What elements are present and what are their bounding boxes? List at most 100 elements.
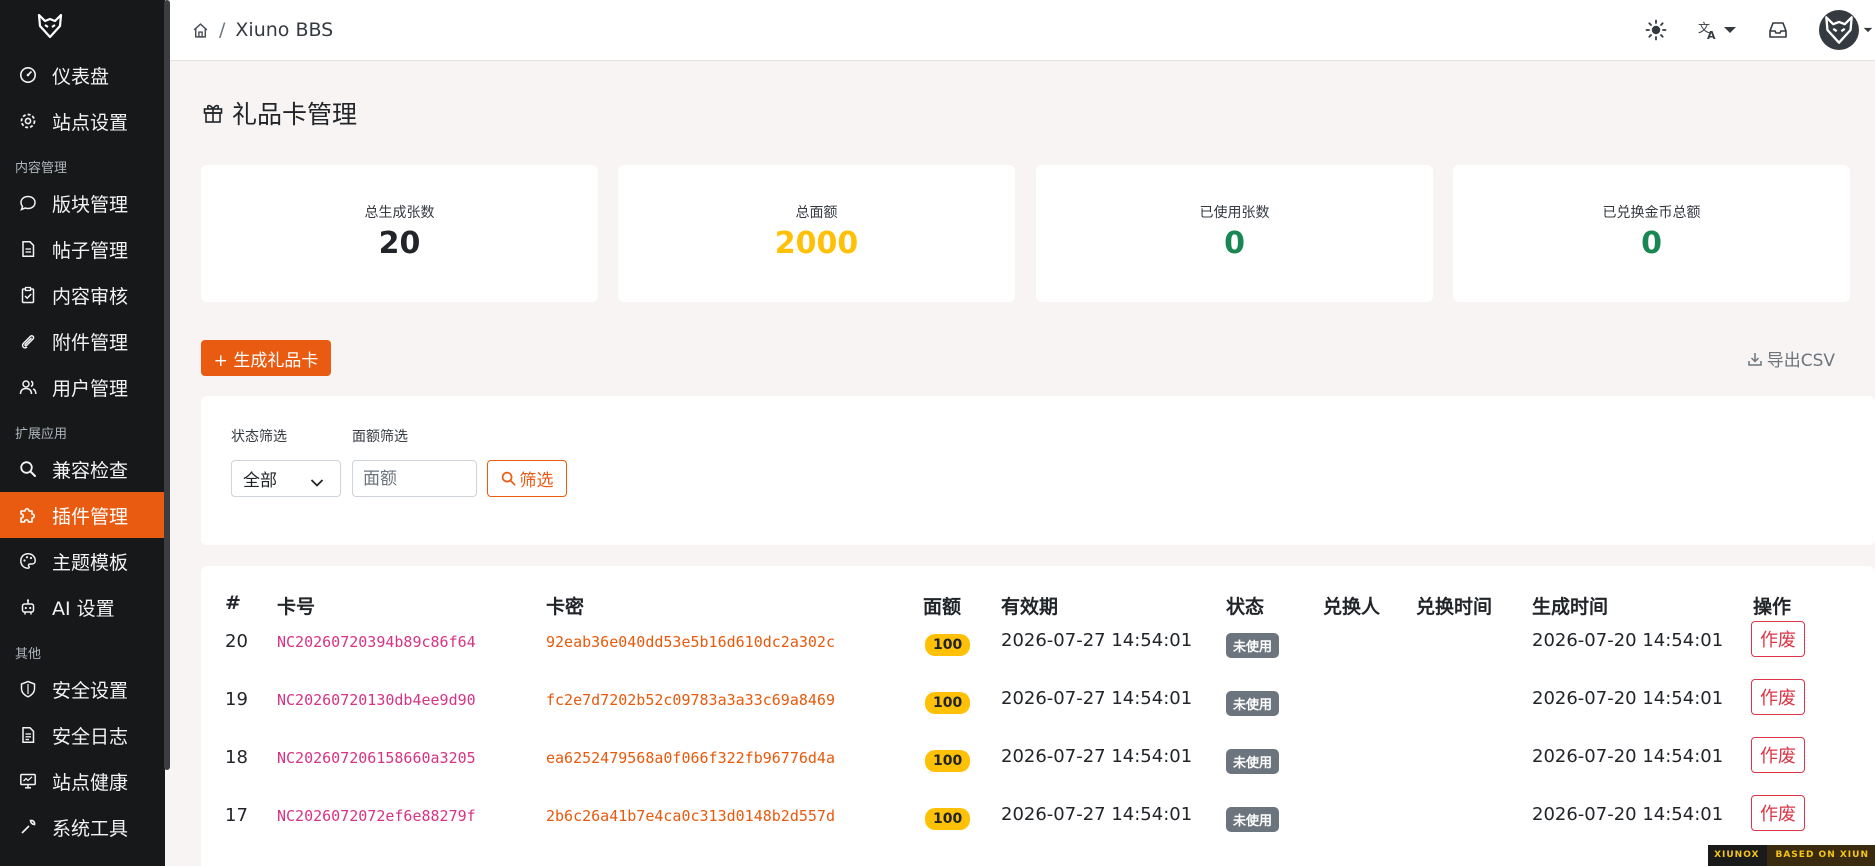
row-index: 19 — [225, 689, 248, 710]
amount-badge: 100 — [925, 808, 971, 830]
sidebar-item-label: 安全日志 — [52, 725, 129, 748]
sidebar-item-clipboard-check[interactable]: 内容审核 — [0, 272, 165, 318]
table-row: 19 NC20260720130db4ee9d90 fc2e7d7202b52c09… — [201, 679, 1875, 737]
palette-icon — [18, 551, 38, 571]
table-header-col-created-at: 生成时间 — [1532, 596, 1609, 618]
sidebar-item-gear[interactable]: 站点设置 — [0, 98, 165, 144]
download-icon — [1747, 351, 1763, 367]
translate-icon: 文A — [1697, 19, 1719, 41]
sidebar-item-shield[interactable]: 安全设置 — [0, 666, 165, 712]
sidebar-item-tools[interactable]: 系统工具 — [0, 804, 165, 850]
void-button-cell: 作废 — [1751, 621, 1805, 657]
void-button-cell: 作废 — [1751, 679, 1805, 715]
sidebar-item-chat-bubble[interactable]: 版块管理 — [0, 180, 165, 226]
sidebar-item-log[interactable]: 安全日志 — [0, 712, 165, 758]
sidebar-item-label: 兼容检查 — [52, 459, 129, 482]
home-icon[interactable] — [192, 22, 209, 39]
sidebar-item-label: 附件管理 — [52, 331, 129, 354]
chevron-down-icon — [1723, 25, 1737, 35]
stat-card: 已使用张数 0 — [1036, 165, 1433, 302]
inbox-button[interactable] — [1767, 10, 1789, 50]
dashboard-icon — [18, 65, 38, 85]
gear-icon — [18, 111, 38, 131]
table-header-col-amount: 面额 — [923, 596, 962, 618]
row-index-cell: 19 — [225, 689, 248, 710]
amount-badge: 100 — [925, 634, 971, 656]
card-number: NC20260720130db4ee9d90 — [277, 691, 476, 709]
created-at: 2026-07-20 14:54:01 — [1532, 688, 1724, 709]
card-password: ea6252479568a0f066f322fb96776d4a — [546, 749, 835, 767]
table-header-col-redeemer: 兑换人 — [1323, 596, 1381, 618]
row-index-cell: 17 — [225, 805, 248, 826]
table-header-col-card-pw: 卡密 — [546, 596, 585, 618]
card-password-cell: 2b6c26a41b7e4ca0c313d0148b2d557d — [546, 805, 835, 826]
sun-icon — [1645, 19, 1667, 41]
void-button[interactable]: 作废 — [1751, 621, 1805, 657]
robot-icon — [18, 597, 38, 617]
amount-filter-input[interactable] — [352, 460, 477, 497]
sidebar-item-monitor[interactable]: 站点健康 — [0, 758, 165, 804]
sidebar-item-label: 帖子管理 — [52, 239, 129, 262]
sidebar-item-document[interactable]: 帖子管理 — [0, 226, 165, 272]
export-csv-button[interactable]: 导出CSV — [1747, 346, 1835, 371]
table-row: 18 NC202607206158660a3205 ea6252479568a0f0… — [201, 737, 1875, 795]
sidebar-item-dashboard[interactable]: 仪表盘 — [0, 52, 165, 98]
created-at-cell: 2026-07-20 14:54:01 — [1532, 804, 1723, 825]
sidebar-item-robot[interactable]: AI 设置 — [0, 584, 165, 630]
clipboard-check-icon — [18, 285, 38, 305]
sidebar-item-puzzle[interactable]: 插件管理 — [0, 492, 165, 538]
sidebar-item-label: 版块管理 — [52, 193, 129, 216]
table-header-col-index: # — [225, 592, 241, 614]
table-row: 20 NC20260720394b89c86f64 92eab36e040dd53e… — [201, 621, 1875, 679]
status-badge-cell: 未使用 — [1226, 691, 1280, 716]
status-filter-select[interactable]: 全部 — [231, 460, 341, 497]
filter-submit-button[interactable]: 筛选 — [487, 460, 567, 497]
amount-filter-label: 面额筛选 — [352, 429, 408, 445]
footer-badge[interactable]: XIUNOX BASED ON XIUN — [1708, 845, 1875, 866]
sidebar-item-search[interactable]: 兼容检查 — [0, 446, 165, 492]
topbar: / Xiuno BBS 文A — [170, 0, 1875, 61]
void-button[interactable]: 作废 — [1751, 795, 1805, 831]
row-index-cell: 18 — [225, 747, 248, 768]
theme-toggle-button[interactable] — [1645, 10, 1667, 50]
void-button[interactable]: 作废 — [1751, 679, 1805, 715]
stat-card: 总面额 2000 — [618, 165, 1015, 302]
amount-badge: 100 — [925, 692, 971, 714]
main-content: 礼品卡管理 总生成张数 20 总面额 2000 已使用张数 0 已兑换金币总额 0 + 生成礼… — [170, 61, 1875, 866]
card-number-cell: NC2026072072ef6e88279f — [277, 805, 476, 826]
nav-section-extensions: 扩展应用 — [15, 426, 68, 442]
card-password-cell: fc2e7d7202b52c09783a3a33c69a8469 — [546, 689, 835, 710]
card-password-cell: 92eab36e040dd53e5b16d610dc2a302c — [546, 631, 835, 652]
generate-gift-card-button[interactable]: + 生成礼品卡 — [201, 340, 331, 376]
page-title: 礼品卡管理 — [202, 95, 357, 131]
table-header-col-redeemed-at: 兑换时间 — [1416, 596, 1493, 618]
sidebar-item-paperclip[interactable]: 附件管理 — [0, 318, 165, 364]
card-password-cell: ea6252479568a0f066f322fb96776d4a — [546, 747, 835, 768]
void-button[interactable]: 作废 — [1751, 737, 1805, 773]
gift-icon — [202, 102, 224, 124]
sidebar: 仪表盘 站点设置 内容管理 版块管理 帖子管理 内容审核 附件管理 用户管理 扩展应用 兼… — [0, 0, 165, 866]
breadcrumb-separator: / — [219, 19, 226, 41]
language-dropdown[interactable]: 文A — [1697, 10, 1737, 50]
user-menu[interactable] — [1819, 10, 1873, 50]
stat-label: 已使用张数 — [1199, 205, 1270, 221]
paperclip-icon — [18, 331, 38, 351]
svg-text:A: A — [1707, 29, 1716, 41]
status-filter-label: 状态筛选 — [231, 429, 287, 445]
export-csv-label: 导出CSV — [1766, 351, 1835, 371]
sidebar-item-palette[interactable]: 主题模板 — [0, 538, 165, 584]
expires-at: 2026-07-27 14:54:01 — [1001, 746, 1193, 767]
stat-value: 0 — [1641, 226, 1662, 261]
wolf-logo-icon[interactable] — [0, 0, 100, 52]
sidebar-item-users[interactable]: 用户管理 — [0, 364, 165, 410]
card-number: NC202607206158660a3205 — [277, 749, 476, 767]
breadcrumb-site[interactable]: Xiuno BBS — [235, 19, 333, 41]
void-button-cell: 作废 — [1751, 737, 1805, 773]
sidebar-item-label: 内容审核 — [52, 285, 129, 308]
stat-value: 0 — [1224, 226, 1245, 261]
shield-icon — [18, 679, 38, 699]
log-icon — [18, 725, 38, 745]
stat-card: 总生成张数 20 — [201, 165, 598, 302]
expires-at-cell: 2026-07-27 14:54:01 — [1001, 804, 1192, 825]
amount-badge: 100 — [925, 750, 971, 772]
